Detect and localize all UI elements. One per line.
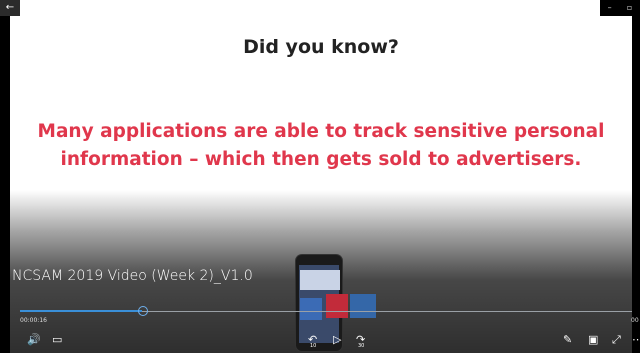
skip-forward-30-button[interactable]: ↷ 30 [356, 334, 365, 350]
phone-app-tile [300, 270, 340, 290]
more-icon[interactable]: ⋯ [632, 334, 640, 346]
previous-arrow-icon[interactable]: ‹ [11, 173, 21, 189]
window-controls: – ▫ [600, 0, 640, 16]
total-time: 00 [631, 317, 639, 324]
slide-title: Did you know? [243, 36, 399, 58]
left-letterbox [0, 0, 10, 353]
captions-icon[interactable]: ▭ [52, 334, 62, 346]
elapsed-time: 00:00:16 [20, 317, 47, 324]
skip-back-10-button[interactable]: ↶ 10 [308, 334, 317, 350]
miniview-icon[interactable]: ▣ [588, 334, 598, 346]
fullscreen-icon[interactable]: ⤢ [612, 334, 621, 346]
seek-bar-progress [20, 310, 142, 312]
restore-icon[interactable]: ▫ [627, 0, 632, 16]
seek-bar-thumb[interactable] [138, 306, 148, 316]
play-icon[interactable]: ▷ [333, 334, 341, 346]
skip-forward-label: 30 [358, 343, 365, 349]
right-letterbox [632, 0, 640, 353]
skip-back-label: 10 [310, 343, 317, 349]
back-button[interactable]: ← [0, 0, 20, 16]
phone-app-tile [350, 294, 376, 318]
pen-icon[interactable]: ✎ [563, 334, 572, 346]
video-title: NCSAM 2019 Video (Week 2)_V1.0 [12, 268, 253, 284]
minimize-icon[interactable]: – [608, 0, 612, 16]
phone-app-tile [326, 294, 348, 318]
volume-icon[interactable]: 🔊 [27, 334, 41, 346]
slide-body-text: Many applications are able to track sens… [37, 121, 605, 170]
phone-app-tile [300, 298, 322, 320]
